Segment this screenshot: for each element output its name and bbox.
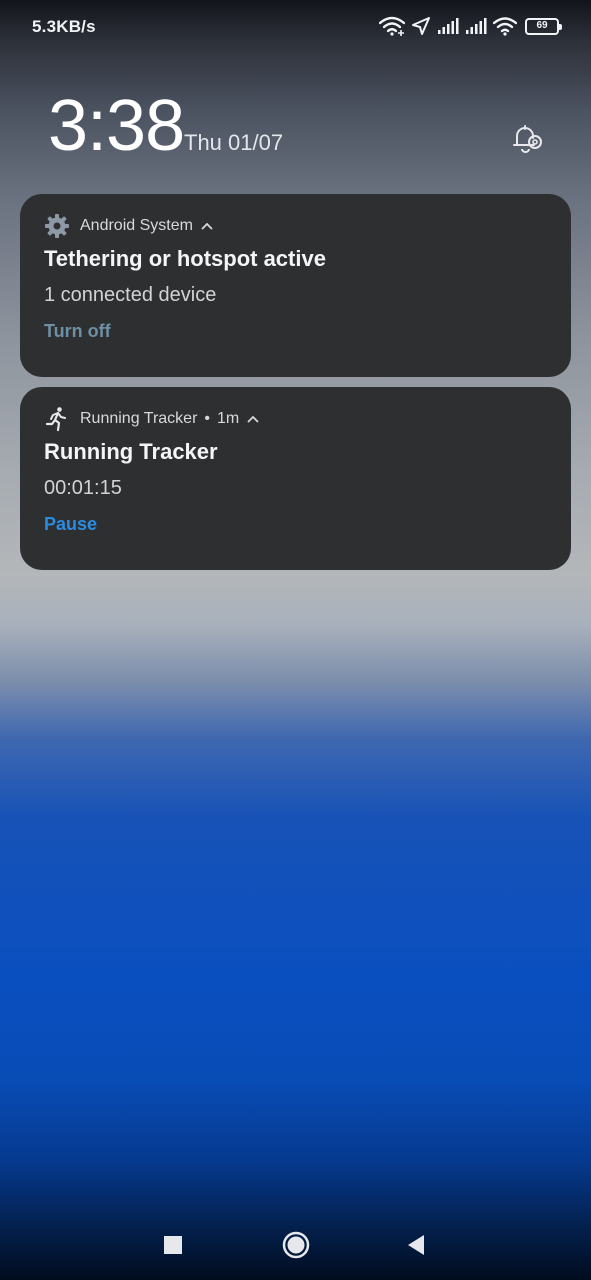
notification-title: Running Tracker — [44, 439, 218, 464]
gear-icon — [45, 214, 69, 238]
notification-header: Android System — [44, 214, 213, 238]
runner-icon — [45, 407, 66, 432]
navigation-bar — [0, 1215, 591, 1275]
battery-level: 69 — [536, 20, 548, 31]
signal-icon — [466, 18, 487, 34]
wifi-hotspot-icon — [379, 16, 405, 36]
notification-card-tethering[interactable]: Android System Tethering or hotspot acti… — [20, 194, 571, 377]
separator-dot: • — [204, 410, 210, 427]
status-icons: 69 — [379, 14, 562, 38]
chevron-up-icon[interactable] — [247, 415, 259, 423]
status-bar: 5.3KB/s 69 — [0, 0, 591, 52]
signal-icon — [438, 18, 459, 34]
battery-icon: 69 — [525, 17, 562, 35]
back-icon[interactable] — [407, 1235, 425, 1255]
pause-button[interactable]: Pause — [44, 514, 97, 535]
notification-app-name: Android System — [80, 217, 193, 234]
turn-off-button[interactable]: Turn off — [44, 321, 111, 342]
notification-app-name: Running Tracker — [80, 410, 198, 427]
clock-date: Thu 01/07 — [184, 130, 284, 155]
notification-text: 1 connected device — [44, 284, 217, 306]
network-speed: 5.3KB/s — [32, 17, 96, 36]
home-icon[interactable] — [282, 1231, 310, 1259]
notification-header: Running Tracker • 1m — [44, 407, 259, 432]
clock-time: 3:38 — [48, 86, 185, 166]
location-icon — [412, 17, 430, 35]
notification-card-running-tracker[interactable]: Running Tracker • 1m Running Tracker 00:… — [20, 387, 571, 570]
notification-settings-icon[interactable] — [508, 118, 546, 156]
wifi-icon — [493, 17, 517, 36]
elapsed-time: 00:01:15 — [44, 477, 122, 499]
recents-icon[interactable] — [164, 1236, 182, 1254]
notification-time: 1m — [217, 410, 240, 427]
notification-title: Tethering or hotspot active — [44, 246, 326, 271]
chevron-up-icon[interactable] — [201, 222, 213, 230]
